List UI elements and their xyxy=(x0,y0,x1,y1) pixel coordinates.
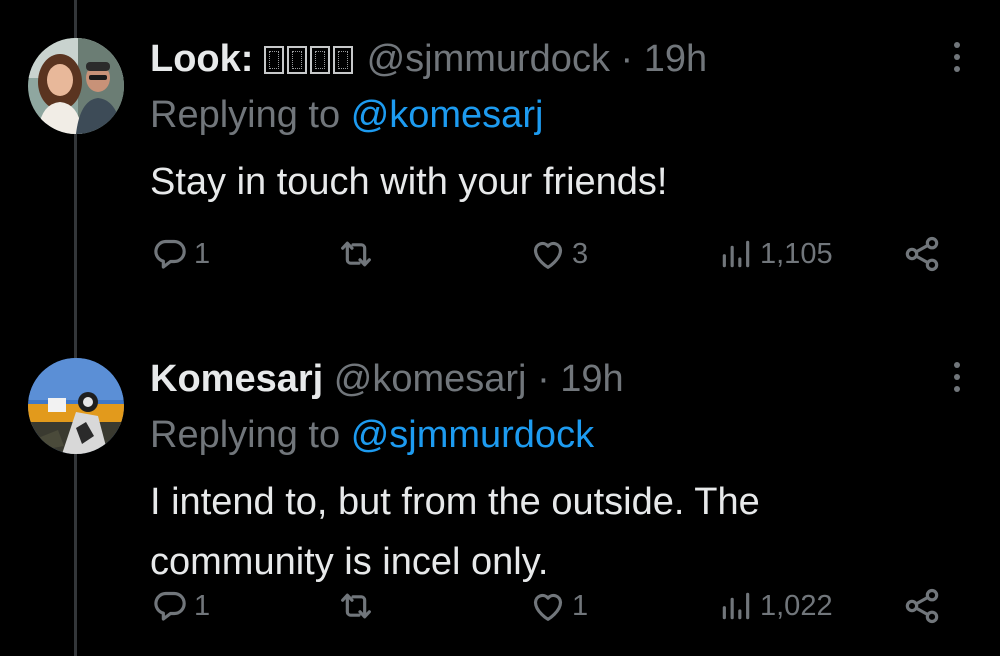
timestamp[interactable]: 19h xyxy=(644,38,707,80)
views-button[interactable]: 1,105 xyxy=(716,232,833,276)
avatar[interactable] xyxy=(28,358,124,454)
mention-link[interactable]: @sjmmurdock xyxy=(351,414,594,456)
share-icon xyxy=(905,236,939,272)
tweet-text: I intend to, but from the outside. The c… xyxy=(150,481,760,583)
separator: · xyxy=(620,38,634,80)
views-chart-icon xyxy=(722,592,750,620)
heart-icon xyxy=(533,241,563,269)
heart-icon xyxy=(533,593,563,621)
replying-prefix: Replying to xyxy=(150,414,341,456)
views-count: 1,105 xyxy=(760,237,833,270)
tweet-header: Look: @sjmmurdock · 19h xyxy=(150,36,707,82)
more-icon[interactable] xyxy=(954,42,960,72)
handle[interactable]: @komesarj xyxy=(334,358,527,400)
share-icon xyxy=(905,588,939,624)
more-icon[interactable] xyxy=(954,362,960,392)
retweet-button[interactable] xyxy=(335,584,381,628)
emoji-placeholder-group xyxy=(264,38,367,80)
reply-icon xyxy=(154,239,186,269)
replying-to: Replying to @sjmmurdock xyxy=(150,412,594,458)
like-button[interactable]: 1 xyxy=(528,584,588,628)
handle[interactable]: @sjmmurdock xyxy=(367,38,610,80)
views-count: 1,022 xyxy=(760,589,833,622)
tweet-header: Komesarj @komesarj · 19h xyxy=(150,356,624,402)
replying-prefix: Replying to xyxy=(150,94,341,136)
reply-button[interactable]: 1 xyxy=(150,232,210,276)
display-name[interactable]: Komesarj xyxy=(150,358,323,400)
timestamp[interactable]: 19h xyxy=(560,358,623,400)
mention-link[interactable]: @komesarj xyxy=(351,94,544,136)
action-bar: 1 3 1,105 xyxy=(150,232,950,276)
retweet-icon xyxy=(341,241,371,267)
avatar[interactable] xyxy=(28,38,124,134)
tweet-text: Stay in touch with your friends! xyxy=(150,161,668,203)
display-name[interactable]: Look: xyxy=(150,38,253,80)
share-button[interactable] xyxy=(902,232,942,276)
like-count: 1 xyxy=(572,589,589,622)
share-button[interactable] xyxy=(902,584,942,628)
retweet-icon xyxy=(341,593,371,619)
views-chart-icon xyxy=(722,240,750,268)
views-button[interactable]: 1,022 xyxy=(716,584,833,628)
reply-count: 1 xyxy=(194,237,211,270)
separator: · xyxy=(537,358,550,400)
replying-to: Replying to @komesarj xyxy=(150,92,543,138)
action-bar: 1 1 1,022 xyxy=(150,584,950,628)
like-count: 3 xyxy=(572,237,589,270)
tweet[interactable]: Look: @sjmmurdock · 19h Replying to @kom… xyxy=(0,0,1000,320)
tweet[interactable]: Komesarj @komesarj · 19h Replying to @sj… xyxy=(0,320,1000,656)
reply-icon xyxy=(154,591,186,621)
reply-count: 1 xyxy=(194,589,211,622)
retweet-button[interactable] xyxy=(335,232,381,276)
like-button[interactable]: 3 xyxy=(528,232,588,276)
reply-button[interactable]: 1 xyxy=(150,584,210,628)
